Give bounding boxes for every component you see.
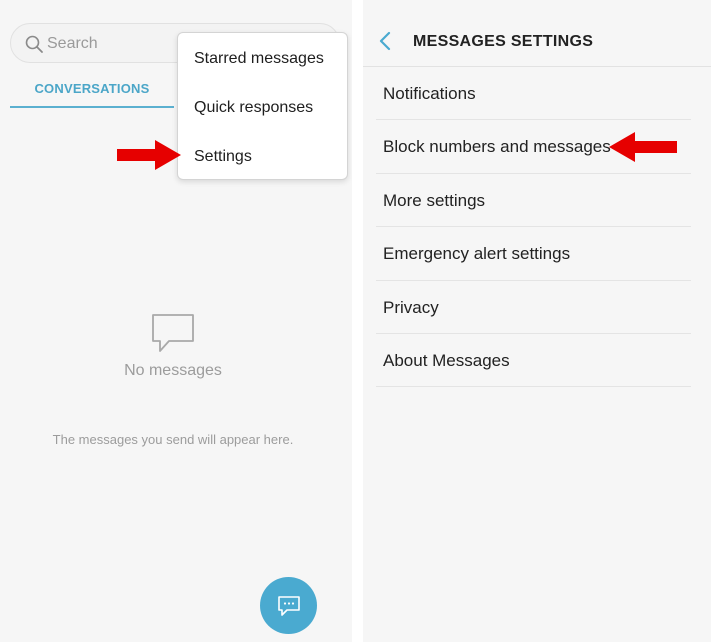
settings-item-label: More settings — [383, 190, 486, 210]
settings-list: Notifications Block numbers and messages… — [376, 67, 691, 388]
search-placeholder: Search — [47, 35, 98, 52]
compose-message-icon — [277, 595, 300, 616]
settings-item-label: Privacy — [383, 297, 439, 317]
overflow-menu: Starred messages Quick responses Setting… — [177, 32, 348, 180]
tab-conversations[interactable]: CONVERSATIONS — [10, 68, 174, 108]
menu-item-settings[interactable]: Settings — [194, 148, 252, 166]
red-arrow-icon — [609, 132, 677, 162]
compose-button[interactable] — [260, 577, 317, 634]
tab-conversations-label: CONVERSATIONS — [34, 81, 150, 96]
settings-item-about-messages[interactable]: About Messages — [376, 334, 691, 388]
red-arrow-icon — [117, 140, 181, 170]
settings-item-label: Block numbers and messages — [383, 137, 611, 157]
messages-settings-screen: MESSAGES SETTINGS Notifications Block nu… — [363, 0, 711, 642]
settings-item-notifications[interactable]: Notifications — [376, 67, 691, 121]
settings-item-more-settings[interactable]: More settings — [376, 174, 691, 228]
page-title: MESSAGES SETTINGS — [413, 33, 594, 50]
settings-item-label: About Messages — [383, 350, 510, 370]
messages-list-screen: Search CONVERSATIONS No messages The mes… — [0, 0, 352, 642]
settings-item-emergency-alerts[interactable]: Emergency alert settings — [376, 227, 691, 281]
chevron-left-icon[interactable] — [377, 30, 393, 52]
menu-item-quick-responses[interactable]: Quick responses — [194, 99, 313, 117]
settings-item-label: Notifications — [383, 84, 476, 103]
settings-item-label: Emergency alert settings — [383, 244, 571, 264]
search-icon — [25, 35, 43, 53]
message-bubble-icon — [152, 314, 194, 352]
empty-state-title: No messages — [124, 362, 222, 379]
menu-item-starred-messages[interactable]: Starred messages — [194, 50, 324, 68]
settings-item-privacy[interactable]: Privacy — [376, 281, 691, 334]
empty-state-subtitle: The messages you send will appear here. — [52, 432, 294, 447]
